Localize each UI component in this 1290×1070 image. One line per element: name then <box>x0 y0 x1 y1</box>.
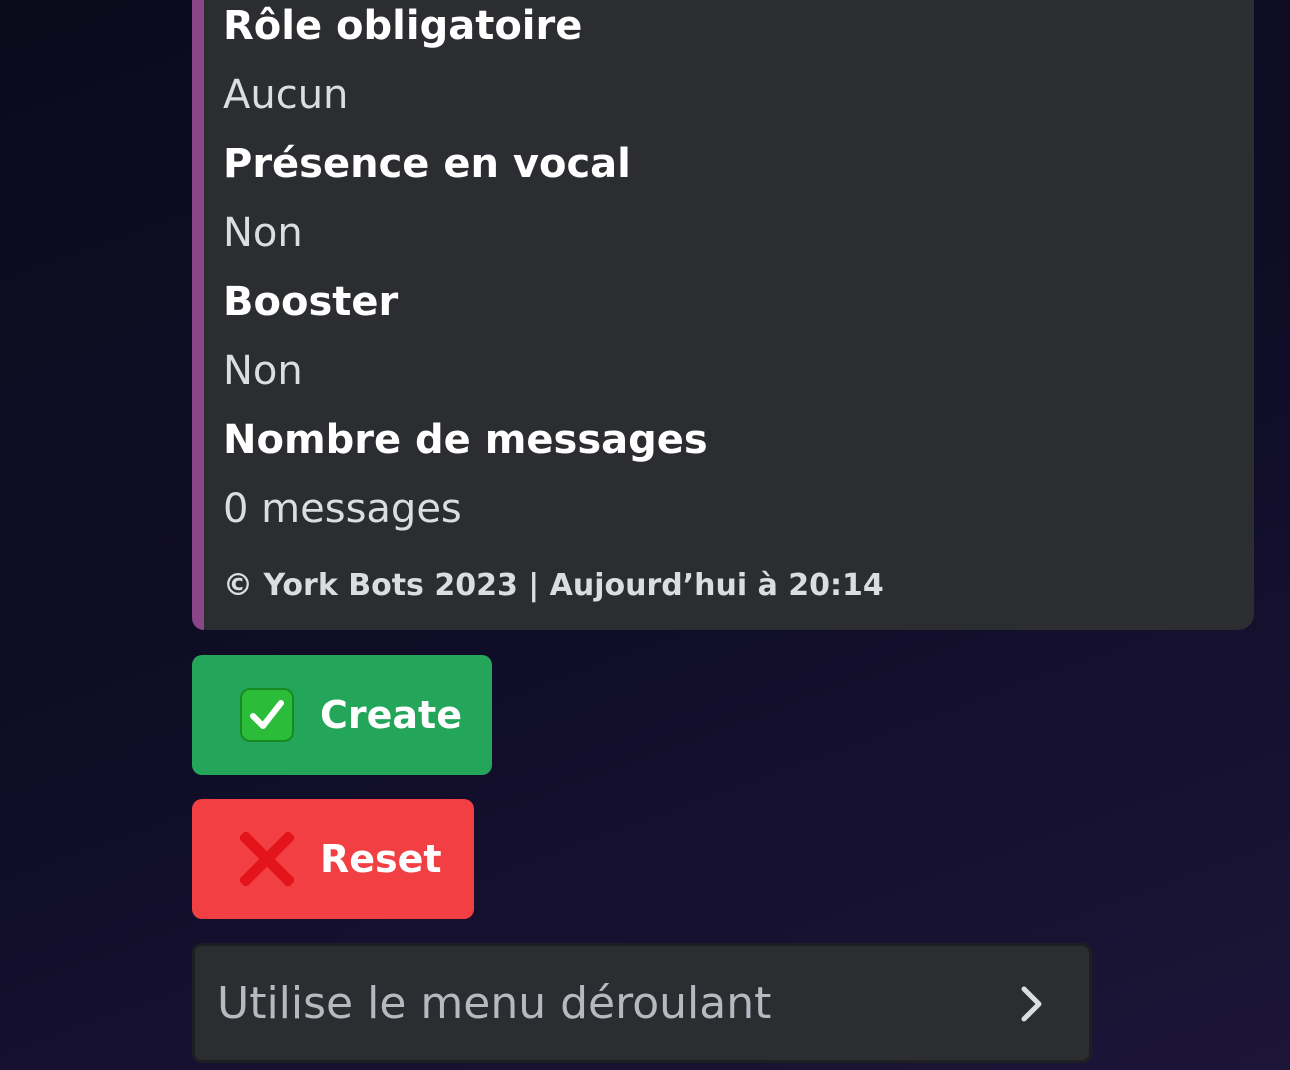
chevron-right-icon <box>1021 986 1042 1022</box>
field-name-message-count: Nombre de messages <box>223 417 708 463</box>
embed-fields: Rôle obligatoire Aucun Présence en vocal… <box>223 0 1234 552</box>
field-value-voice-presence: Non <box>223 210 303 256</box>
dropdown-select[interactable]: Utilise le menu déroulant <box>192 943 1092 1063</box>
field-value-booster: Non <box>223 348 303 394</box>
field-name-voice-presence: Présence en vocal <box>223 141 631 187</box>
create-button-label: Create <box>320 693 462 737</box>
white-check-mark-icon <box>240 688 294 742</box>
reset-button[interactable]: Reset <box>192 799 474 919</box>
field-name-required-role: Rôle obligatoire <box>223 3 583 49</box>
field-name-booster: Booster <box>223 279 399 325</box>
select-placeholder: Utilise le menu déroulant <box>217 977 772 1029</box>
field-value-required-role: Aucun <box>223 72 349 118</box>
embed-footer: © York Bots 2023 | Aujourd’hui à 20:14 <box>223 568 884 603</box>
field-value-message-count: 0 messages <box>223 486 462 532</box>
embed-card: Rôle obligatoire Aucun Présence en vocal… <box>192 0 1254 630</box>
reset-button-label: Reset <box>320 837 442 881</box>
embed-accent-bar <box>192 0 204 630</box>
red-cross-icon <box>240 832 294 886</box>
create-button[interactable]: Create <box>192 655 492 775</box>
